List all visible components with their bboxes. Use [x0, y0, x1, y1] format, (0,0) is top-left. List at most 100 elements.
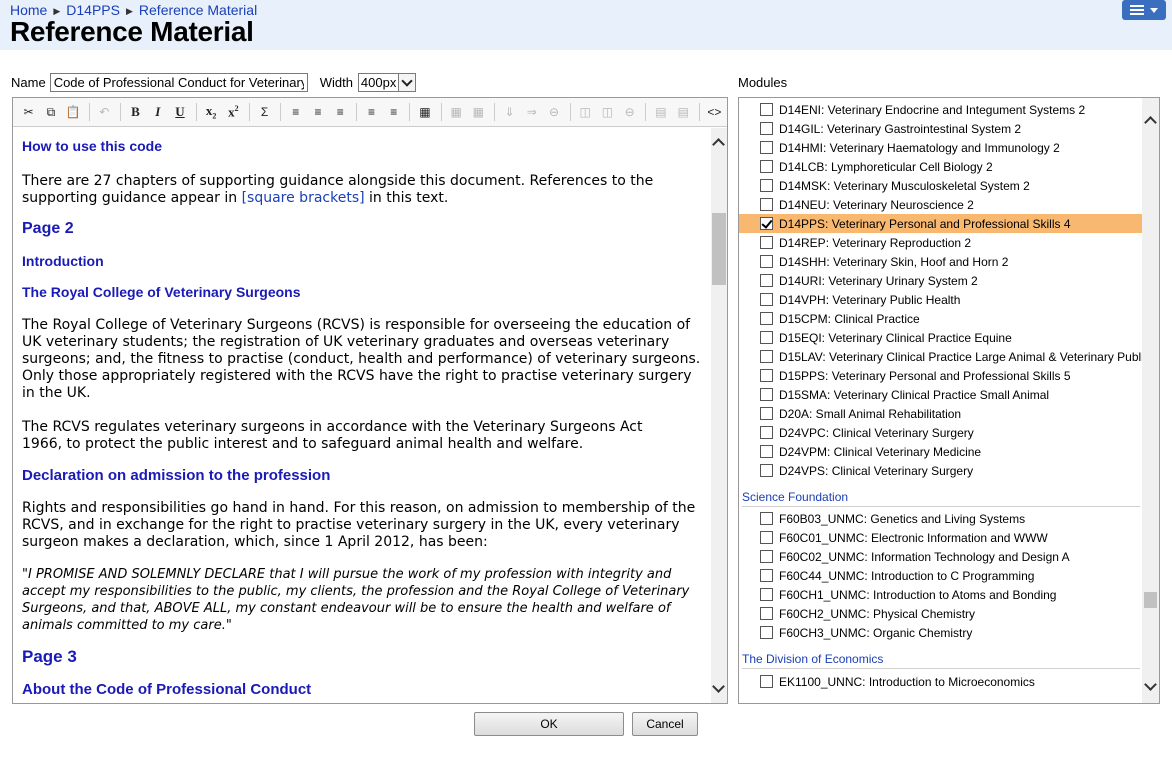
source-code-icon[interactable]: <> — [705, 102, 724, 122]
superscript-icon[interactable]: x2 — [224, 102, 243, 122]
align-left-icon[interactable]: ≡ — [286, 102, 305, 122]
module-checkbox[interactable] — [760, 350, 773, 363]
modules-scrollbar-thumb[interactable] — [1144, 592, 1157, 608]
cancel-button[interactable]: Cancel — [632, 712, 698, 736]
module-list-item[interactable]: D14HMI: Veterinary Haematology and Immun… — [739, 138, 1142, 157]
module-checkbox[interactable] — [760, 198, 773, 211]
module-list-item[interactable]: D14GIL: Veterinary Gastrointestinal Syst… — [739, 119, 1142, 138]
bold-icon[interactable]: B — [126, 102, 145, 122]
module-list-item[interactable]: D15EQI: Veterinary Clinical Practice Equ… — [739, 328, 1142, 347]
italic-icon[interactable]: I — [148, 102, 167, 122]
module-checkbox[interactable] — [760, 179, 773, 192]
sigma-icon[interactable]: Σ — [255, 102, 274, 122]
module-checkbox[interactable] — [760, 331, 773, 344]
module-checkbox[interactable] — [760, 550, 773, 563]
modules-scrollbar[interactable] — [1142, 98, 1159, 703]
module-list-item[interactable]: F60CH2_UNMC: Physical Chemistry — [739, 604, 1142, 623]
module-list-item[interactable]: F60CH3_UNMC: Organic Chemistry — [739, 623, 1142, 642]
module-checkbox[interactable] — [760, 160, 773, 173]
module-checkbox[interactable] — [760, 255, 773, 268]
ordered-list-icon[interactable]: ≡ — [362, 102, 381, 122]
align-right-icon[interactable]: ≡ — [331, 102, 350, 122]
module-list-item[interactable]: D14MSK: Veterinary Musculoskeletal Syste… — [739, 176, 1142, 195]
table-icon[interactable]: ▦ — [447, 102, 466, 122]
module-checkbox[interactable] — [760, 103, 773, 116]
underline-icon[interactable]: U — [170, 102, 189, 122]
module-checkbox[interactable] — [760, 445, 773, 458]
module-checkbox[interactable] — [760, 293, 773, 306]
module-checkbox[interactable] — [760, 607, 773, 620]
module-list-item[interactable]: D15SMA: Veterinary Clinical Practice Sma… — [739, 385, 1142, 404]
module-list-item[interactable]: D15CPM: Clinical Practice — [739, 309, 1142, 328]
name-input[interactable] — [49, 73, 308, 92]
align-center-icon[interactable]: ≡ — [308, 102, 327, 122]
insert-row-icon[interactable]: ⇓ — [500, 102, 519, 122]
edit-table-icon[interactable]: ▦ — [415, 102, 434, 122]
cut-icon[interactable]: ✂ — [19, 102, 38, 122]
module-list-item[interactable]: D24VPM: Clinical Veterinary Medicine — [739, 442, 1142, 461]
chevron-down-icon[interactable] — [712, 680, 725, 693]
module-checkbox[interactable] — [760, 312, 773, 325]
module-checkbox[interactable] — [760, 141, 773, 154]
editor-content[interactable]: How to use this code There are 27 chapte… — [13, 128, 713, 703]
width-select[interactable]: 400px — [357, 73, 417, 92]
module-list-item[interactable]: F60C02_UNMC: Information Technology and … — [739, 547, 1142, 566]
undo-icon[interactable]: ↶ — [95, 102, 114, 122]
module-list-item[interactable]: F60CH1_UNMC: Introduction to Atoms and B… — [739, 585, 1142, 604]
toolbar-divider — [409, 103, 411, 121]
module-checkbox[interactable] — [760, 369, 773, 382]
chevron-up-icon[interactable] — [1144, 116, 1157, 129]
module-list-item[interactable]: D14PPS: Veterinary Personal and Professi… — [739, 214, 1142, 233]
paste-icon[interactable]: 📋 — [63, 102, 82, 122]
chevron-down-icon[interactable] — [1144, 678, 1157, 691]
module-list-item[interactable]: F60B03_UNMC: Genetics and Living Systems — [739, 509, 1142, 528]
module-list-item[interactable]: D14LCB: Lymphoreticular Cell Biology 2 — [739, 157, 1142, 176]
module-checkbox[interactable] — [760, 531, 773, 544]
copy-icon[interactable]: ⧉ — [41, 102, 60, 122]
module-checkbox[interactable] — [760, 426, 773, 439]
module-checkbox[interactable] — [760, 569, 773, 582]
module-list-item[interactable]: D14REP: Veterinary Reproduction 2 — [739, 233, 1142, 252]
module-checkbox[interactable] — [760, 388, 773, 401]
insert-col-icon[interactable]: ⇒ — [522, 102, 541, 122]
module-list-item[interactable]: F60C01_UNMC: Electronic Information and … — [739, 528, 1142, 547]
module-checkbox[interactable] — [760, 274, 773, 287]
module-checkbox[interactable] — [760, 407, 773, 420]
module-checkbox[interactable] — [760, 217, 773, 230]
module-checkbox[interactable] — [760, 588, 773, 601]
menu-button[interactable] — [1122, 0, 1166, 20]
editor-scrollbar-thumb[interactable] — [712, 213, 726, 285]
table-props-icon[interactable]: ▦ — [469, 102, 488, 122]
module-list-item[interactable]: F60C44_UNMC: Introduction to C Programmi… — [739, 566, 1142, 585]
module-checkbox[interactable] — [760, 464, 773, 477]
merge-icon[interactable]: ◫ — [576, 102, 595, 122]
module-list-item[interactable]: D15PPS: Veterinary Personal and Professi… — [739, 366, 1142, 385]
module-label: F60C02_UNMC: Information Technology and … — [779, 549, 1070, 564]
ok-button[interactable]: OK — [474, 712, 624, 736]
module-list-item[interactable]: D24VPC: Clinical Veterinary Surgery — [739, 423, 1142, 442]
subscript-icon[interactable]: x2 — [202, 102, 221, 122]
module-list-item[interactable]: D14ENI: Veterinary Endocrine and Integum… — [739, 100, 1142, 119]
module-list-item[interactable]: EK1100_UNNC: Introduction to Microeconom… — [739, 672, 1142, 691]
editor-scrollbar[interactable] — [711, 128, 727, 703]
module-checkbox[interactable] — [760, 122, 773, 135]
module-list-item[interactable]: D14URI: Veterinary Urinary System 2 — [739, 271, 1142, 290]
cell-props-icon[interactable]: ▤ — [651, 102, 670, 122]
split-icon[interactable]: ◫ — [598, 102, 617, 122]
module-checkbox[interactable] — [760, 626, 773, 639]
delete-col-icon[interactable]: ⊖ — [620, 102, 639, 122]
module-list-item[interactable]: D15LAV: Veterinary Clinical Practice Lar… — [739, 347, 1142, 366]
module-checkbox[interactable] — [760, 512, 773, 525]
unordered-list-icon[interactable]: ≡ — [384, 102, 403, 122]
module-list-item[interactable]: D14VPH: Veterinary Public Health — [739, 290, 1142, 309]
module-list-item[interactable]: D14NEU: Veterinary Neuroscience 2 — [739, 195, 1142, 214]
delete-row-icon[interactable]: ⊖ — [544, 102, 563, 122]
chevron-up-icon[interactable] — [712, 138, 725, 151]
module-list-item[interactable]: D14SHH: Veterinary Skin, Hoof and Horn 2 — [739, 252, 1142, 271]
module-checkbox[interactable] — [760, 675, 773, 688]
module-list-item[interactable]: D24VPS: Clinical Veterinary Surgery — [739, 461, 1142, 480]
page-header: Home ▶ D14PPS ▶ Reference Material Reference… — [0, 0, 1172, 50]
module-list-item[interactable]: D20A: Small Animal Rehabilitation — [739, 404, 1142, 423]
module-checkbox[interactable] — [760, 236, 773, 249]
row-props-icon[interactable]: ▤ — [674, 102, 693, 122]
